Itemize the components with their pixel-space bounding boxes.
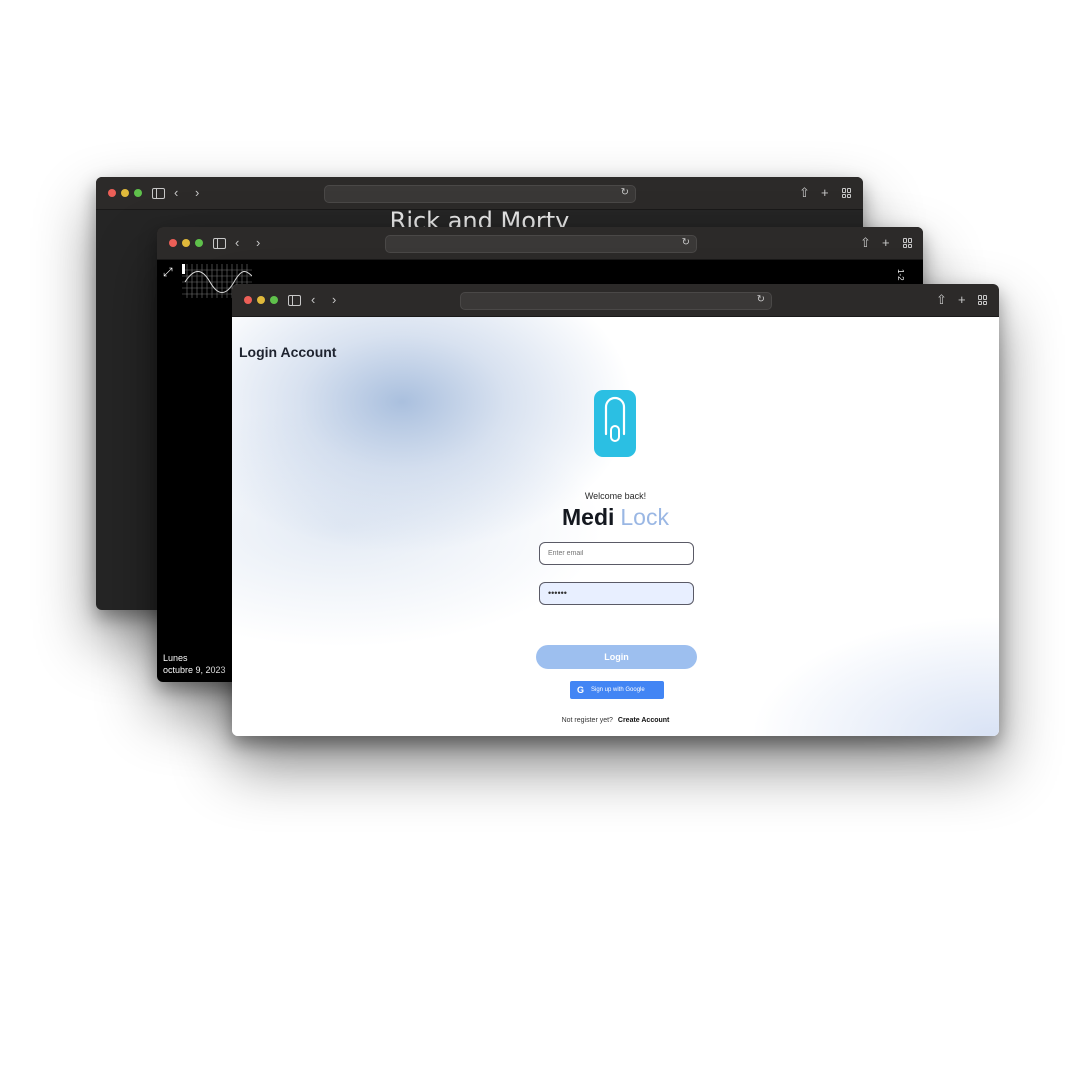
sidebar-toggle-icon[interactable] — [288, 295, 301, 306]
address-bar[interactable]: ↻ — [385, 235, 697, 253]
minimize-window-button[interactable] — [182, 239, 190, 247]
minimize-window-button[interactable] — [121, 189, 129, 197]
traffic-lights — [108, 189, 142, 197]
close-window-button[interactable] — [108, 189, 116, 197]
browser-window-front: ‹ › ↻ ⇧ + Login Account Welcome back! Me… — [232, 284, 999, 736]
brand-name: Medi Lock — [232, 504, 999, 531]
date-day: Lunes — [163, 653, 188, 663]
google-signup-button[interactable]: G Sign up with Google — [570, 681, 664, 699]
forward-icon[interactable]: › — [332, 292, 336, 308]
date-full: octubre 9, 2023 — [163, 665, 226, 675]
new-tab-icon[interactable]: + — [821, 185, 829, 201]
forward-icon[interactable]: › — [256, 235, 260, 251]
titlebar: ‹ › ↻ ⇧ + — [232, 284, 999, 317]
brand-part-medi: Medi — [562, 504, 615, 530]
maximize-window-button[interactable] — [270, 296, 278, 304]
back-icon[interactable]: ‹ — [235, 235, 239, 251]
google-icon: G — [577, 685, 585, 695]
sidebar-toggle-icon[interactable] — [152, 188, 165, 199]
reload-icon[interactable]: ↻ — [621, 187, 629, 198]
titlebar: ‹ › ↻ ⇧ + — [157, 227, 923, 260]
address-bar[interactable]: ↻ — [324, 185, 636, 203]
tab-overview-icon[interactable] — [978, 295, 988, 305]
titlebar: ‹ › ↻ ⇧ + — [96, 177, 863, 210]
back-icon[interactable]: ‹ — [174, 185, 178, 201]
tab-overview-icon[interactable] — [903, 238, 913, 248]
reload-icon[interactable]: ↻ — [757, 294, 765, 305]
sidebar-toggle-icon[interactable] — [213, 238, 226, 249]
brand-part-lock: Lock — [620, 504, 669, 530]
close-window-button[interactable] — [169, 239, 177, 247]
vertical-label: 1-2 — [896, 269, 905, 281]
create-account-link[interactable]: Create Account — [618, 717, 669, 724]
email-field[interactable] — [539, 542, 694, 565]
forward-icon[interactable]: › — [195, 185, 199, 201]
traffic-lights — [244, 296, 278, 304]
share-icon[interactable]: ⇧ — [936, 292, 947, 308]
back-icon[interactable]: ‹ — [311, 292, 315, 308]
login-button[interactable]: Login — [536, 645, 697, 669]
reload-icon[interactable]: ↻ — [682, 237, 690, 248]
google-signup-label: Sign up with Google — [591, 687, 645, 693]
new-tab-icon[interactable]: + — [882, 235, 890, 251]
signup-row: Not register yet? Create Account — [232, 717, 999, 724]
new-tab-icon[interactable]: + — [958, 292, 966, 308]
medilock-logo — [594, 390, 636, 457]
signup-prompt: Not register yet? — [561, 717, 613, 724]
share-icon[interactable]: ⇧ — [860, 235, 871, 251]
maximize-window-button[interactable] — [134, 189, 142, 197]
lock-icon — [604, 396, 626, 442]
address-bar[interactable]: ↻ — [460, 292, 772, 310]
traffic-lights — [169, 239, 203, 247]
tab-overview-icon[interactable] — [842, 188, 852, 198]
close-window-button[interactable] — [244, 296, 252, 304]
share-icon[interactable]: ⇧ — [799, 185, 810, 201]
minimize-window-button[interactable] — [257, 296, 265, 304]
maximize-window-button[interactable] — [195, 239, 203, 247]
welcome-text: Welcome back! — [584, 491, 647, 501]
expand-icon[interactable]: ⤢ — [163, 265, 173, 280]
password-field[interactable]: •••••• — [539, 582, 694, 605]
login-page: Login Account Welcome back! MediLock •••… — [232, 317, 999, 736]
page-title: Login Account — [239, 344, 337, 360]
